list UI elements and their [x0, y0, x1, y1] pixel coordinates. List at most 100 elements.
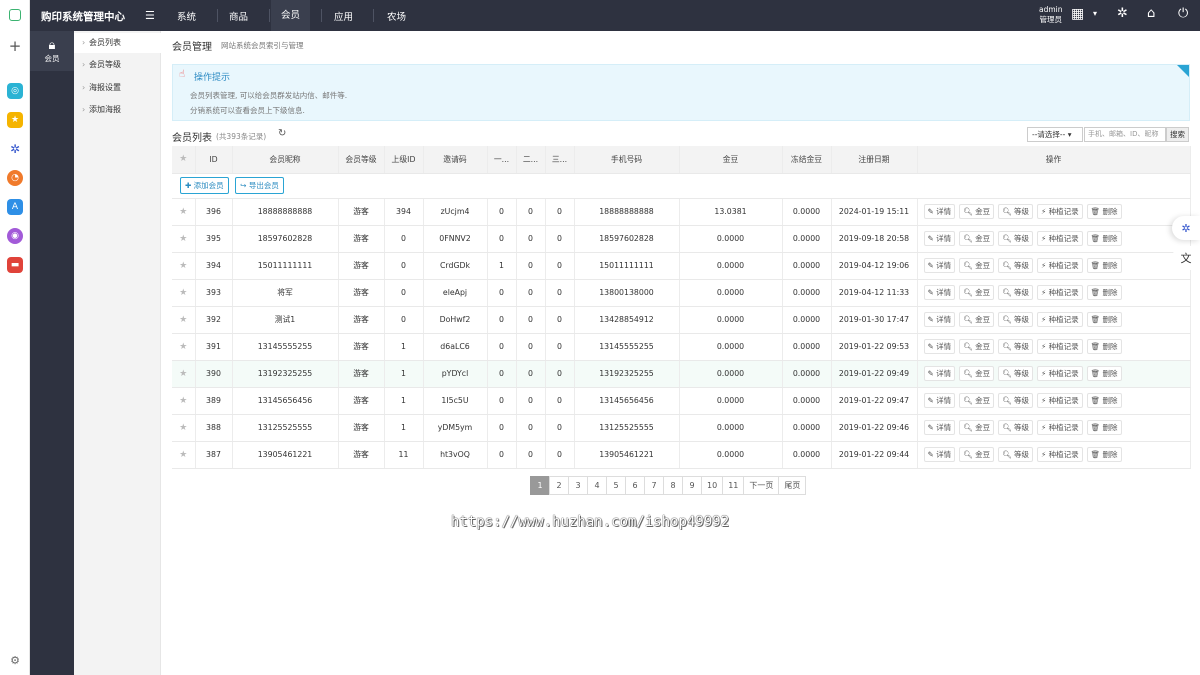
detail-button[interactable]: ✎ 详情 [923, 447, 956, 462]
row-star-icon[interactable]: ★ [172, 252, 196, 280]
beans-button[interactable]: 🔍︎ 金豆 [959, 285, 995, 300]
nav-goods[interactable]: 商品 [229, 9, 248, 23]
module-members[interactable]: 🔒︎ 会员 [30, 31, 74, 71]
level-button[interactable]: 🔍︎ 等级 [998, 420, 1033, 435]
page-button[interactable]: 7 [644, 476, 664, 495]
search-input[interactable]: 手机、邮箱、ID、昵称 [1084, 127, 1166, 142]
delete-button[interactable]: 🗑︎ 删除 [1086, 366, 1122, 381]
beans-button[interactable]: 🔍︎ 金豆 [959, 447, 995, 462]
game-app-icon[interactable]: ▬ [7, 257, 23, 273]
search-type-select[interactable]: --请选择-- ▾ [1027, 127, 1083, 142]
user-info[interactable]: admin 管理员 [1039, 5, 1063, 25]
row-star-icon[interactable]: ★ [172, 198, 196, 226]
page-button[interactable]: 9 [682, 476, 702, 495]
nav-system[interactable]: 系统 [177, 9, 196, 23]
page-button[interactable]: 下一页 [743, 476, 780, 495]
detail-button[interactable]: ✎ 详情 [923, 420, 956, 435]
row-star-icon[interactable]: ★ [172, 225, 196, 253]
beans-button[interactable]: 🔍︎ 金豆 [959, 231, 995, 246]
level-button[interactable]: 🔍︎ 等级 [998, 285, 1033, 300]
detail-button[interactable]: ✎ 详情 [923, 366, 956, 381]
delete-button[interactable]: 🗑︎ 删除 [1086, 312, 1122, 327]
home-icon[interactable] [9, 9, 21, 21]
beans-button[interactable]: 🔍︎ 金豆 [959, 258, 995, 273]
page-button[interactable]: 11 [722, 476, 745, 495]
ai-circle-icon[interactable]: ◔ [7, 170, 23, 186]
delete-button[interactable]: 🗑︎ 删除 [1086, 339, 1122, 354]
refresh-icon[interactable]: ↻ [278, 128, 286, 139]
power-icon[interactable]: ⏻ [1178, 6, 1188, 21]
row-star-icon[interactable]: ★ [172, 414, 196, 442]
page-button[interactable]: 10 [701, 476, 724, 495]
page-button[interactable]: 4 [587, 476, 607, 495]
plant-record-button[interactable]: ⚡︎ 种植记录 [1036, 312, 1083, 327]
page-button[interactable]: 1 [530, 476, 550, 495]
row-star-icon[interactable]: ★ [172, 387, 196, 415]
network-app-icon[interactable]: ✲ [7, 141, 23, 157]
level-button[interactable]: 🔍︎ 等级 [998, 231, 1033, 246]
page-button[interactable]: 6 [625, 476, 645, 495]
eye-app-icon[interactable]: ◉ [7, 228, 23, 244]
network-icon[interactable]: ✲ [1117, 6, 1128, 21]
nav-members[interactable]: 会员 [271, 0, 311, 31]
detail-button[interactable]: ✎ 详情 [923, 312, 956, 327]
plant-record-button[interactable]: ⚡︎ 种植记录 [1036, 339, 1083, 354]
page-button[interactable]: 8 [663, 476, 683, 495]
plant-record-button[interactable]: ⚡︎ 种植记录 [1036, 420, 1083, 435]
menu-toggle-icon[interactable]: ☰ [145, 9, 155, 22]
delete-button[interactable]: 🗑︎ 删除 [1086, 420, 1122, 435]
level-button[interactable]: 🔍︎ 等级 [998, 258, 1033, 273]
beans-button[interactable]: 🔍︎ 金豆 [959, 312, 995, 327]
detail-button[interactable]: ✎ 详情 [923, 231, 956, 246]
plant-record-button[interactable]: ⚡︎ 种植记录 [1036, 366, 1083, 381]
house-icon[interactable]: ⌂ [1147, 6, 1155, 21]
settings-icon[interactable]: ⚙ [7, 652, 23, 668]
row-star-icon[interactable]: ★ [172, 441, 196, 469]
delete-button[interactable]: 🗑︎ 删除 [1086, 447, 1122, 462]
chevron-down-icon[interactable]: ▾ [1093, 9, 1097, 18]
plant-record-button[interactable]: ⚡︎ 种植记录 [1036, 258, 1083, 273]
plant-record-button[interactable]: ⚡︎ 种植记录 [1036, 231, 1083, 246]
beans-button[interactable]: 🔍︎ 金豆 [959, 366, 995, 381]
beans-button[interactable]: 🔍︎ 金豆 [959, 339, 995, 354]
delete-button[interactable]: 🗑︎ 删除 [1086, 393, 1122, 408]
level-button[interactable]: 🔍︎ 等级 [998, 339, 1033, 354]
search-button[interactable]: 搜索 [1166, 127, 1189, 142]
row-star-icon[interactable]: ★ [172, 333, 196, 361]
beans-button[interactable]: 🔍︎ 金豆 [959, 204, 995, 219]
nav-farm[interactable]: 农场 [387, 9, 406, 23]
tips-corner[interactable] [1177, 65, 1189, 77]
nav-apps[interactable]: 应用 [334, 9, 353, 23]
detail-button[interactable]: ✎ 详情 [923, 258, 956, 273]
sidebar-item-member-level[interactable]: 会员等级 [74, 55, 161, 75]
plant-record-button[interactable]: ⚡︎ 种植记录 [1036, 204, 1083, 219]
sidebar-item-poster-settings[interactable]: 海报设置 [74, 78, 161, 98]
sidebar-item-member-list[interactable]: 会员列表 [74, 33, 161, 53]
level-button[interactable]: 🔍︎ 等级 [998, 312, 1033, 327]
page-button[interactable]: 2 [549, 476, 569, 495]
level-button[interactable]: 🔍︎ 等级 [998, 393, 1033, 408]
row-star-icon[interactable]: ★ [172, 306, 196, 334]
delete-button[interactable]: 🗑︎ 删除 [1086, 204, 1122, 219]
page-button[interactable]: 3 [568, 476, 588, 495]
plant-record-button[interactable]: ⚡︎ 种植记录 [1036, 285, 1083, 300]
star-app-icon[interactable]: ★ [7, 112, 23, 128]
beans-button[interactable]: 🔍︎ 金豆 [959, 393, 995, 408]
level-button[interactable]: 🔍︎ 等级 [998, 366, 1033, 381]
calendar-icon[interactable]: ▦ [1071, 6, 1084, 22]
float-translate-icon[interactable]: 文 [1172, 246, 1200, 270]
delete-button[interactable]: 🗑︎ 删除 [1086, 258, 1122, 273]
row-star-icon[interactable]: ★ [172, 360, 196, 388]
row-star-icon[interactable]: ★ [172, 279, 196, 307]
level-button[interactable]: 🔍︎ 等级 [998, 204, 1033, 219]
app-icon-1[interactable]: ◎ [7, 83, 23, 99]
page-button[interactable]: 尾页 [778, 476, 807, 495]
sidebar-item-add-poster[interactable]: 添加海报 [74, 100, 161, 120]
plus-icon[interactable]: + [7, 37, 23, 55]
export-member-button[interactable]: ↪ 导出会员 [235, 177, 284, 194]
add-member-button[interactable]: ✚ 添加会员 [180, 177, 229, 194]
detail-button[interactable]: ✎ 详情 [923, 339, 956, 354]
detail-button[interactable]: ✎ 详情 [923, 285, 956, 300]
page-button[interactable]: 5 [606, 476, 626, 495]
delete-button[interactable]: 🗑︎ 删除 [1086, 231, 1122, 246]
